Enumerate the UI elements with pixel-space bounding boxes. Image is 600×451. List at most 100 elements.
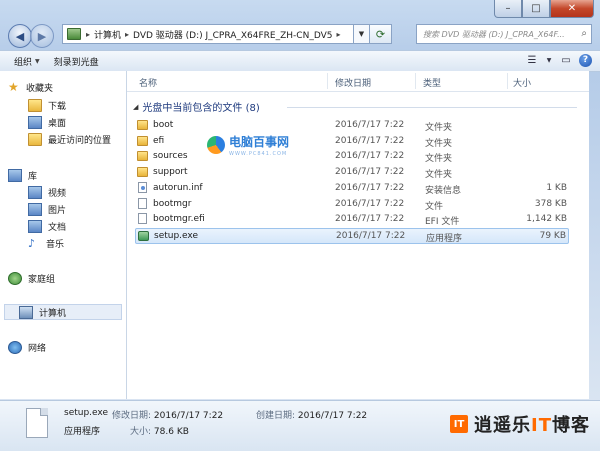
column-name[interactable]: 名称 — [139, 76, 157, 89]
group-header[interactable]: ◢ 光盘中当前包含的文件 (8) — [133, 99, 260, 115]
file-size: 1 KB — [546, 182, 567, 193]
brand-logo-icon: IT — [450, 415, 469, 433]
file-name: setup.exe — [154, 230, 198, 241]
nav-videos[interactable]: 视频 — [28, 186, 66, 199]
file-row[interactable]: bootmgr 2016/7/17 7:22 文件 378 KB — [135, 197, 569, 213]
group-divider — [287, 107, 577, 108]
explorer-window: – □ ✕ ◀ ▶ ▸ 计算机 ▸ DVD 驱动器 (D:) J_CPRA_X6… — [0, 0, 600, 451]
column-size[interactable]: 大小 — [513, 76, 531, 89]
setup-info-icon — [138, 181, 147, 193]
back-button[interactable]: ◀ — [8, 24, 32, 48]
navigation-pane: ★ 收藏夹 下载 桌面 最近访问的位置 库 视频 图片 文档 ♪ 音乐 家庭组 … — [0, 71, 127, 399]
column-headers: 名称 修改日期 类型 大小 — [127, 71, 589, 92]
file-name: sources — [153, 151, 188, 162]
chevron-down-icon[interactable]: ▼ — [545, 53, 553, 67]
refresh-icon: ⟳ — [375, 27, 386, 41]
file-type: 文件夹 — [425, 123, 453, 133]
created-value: 2016/7/17 7:22 — [297, 411, 368, 421]
breadcrumb-computer[interactable]: 计算机 — [94, 28, 121, 41]
file-date: 2016/7/17 7:22 — [335, 167, 405, 178]
search-input[interactable]: 搜索 DVD 驱动器 (D:) J_CPRA_X64F... ⌕ — [416, 24, 592, 44]
close-button[interactable]: ✕ — [550, 0, 594, 18]
refresh-button[interactable]: ⟳ — [370, 24, 392, 44]
file-date: 2016/7/17 7:22 — [335, 151, 405, 162]
breadcrumb-chevron-icon[interactable]: ▸ — [86, 30, 90, 39]
forward-button[interactable]: ▶ — [30, 24, 54, 48]
file-date: 2016/7/17 7:22 — [335, 135, 405, 146]
navigation-row: ◀ ▶ ▸ 计算机 ▸ DVD 驱动器 (D:) J_CPRA_X64FRE_Z… — [6, 22, 594, 48]
file-thumbnail-icon — [26, 408, 48, 438]
file-date: 2016/7/17 7:22 — [335, 198, 405, 209]
file-row[interactable]: setup.exe 2016/7/17 7:22 应用程序 79 KB — [135, 227, 569, 244]
nav-network[interactable]: 网络 — [8, 341, 46, 354]
minimize-button[interactable]: – — [494, 0, 522, 18]
file-name: bootmgr.efi — [153, 214, 205, 225]
file-icon — [138, 213, 147, 225]
organize-label: 组织 — [14, 57, 33, 68]
breadcrumb-chevron-icon[interactable]: ▸ — [125, 30, 129, 39]
file-list: 名称 修改日期 类型 大小 ◢ 光盘中当前包含的文件 (8) boot 2016/… — [127, 71, 589, 399]
nav-desktop[interactable]: 桌面 — [28, 116, 66, 129]
search-icon[interactable]: ⌕ — [581, 28, 587, 39]
nav-label: 收藏夹 — [26, 84, 54, 94]
column-date[interactable]: 修改日期 — [335, 76, 371, 89]
collapse-triangle-icon[interactable]: ◢ — [133, 103, 138, 111]
nav-documents[interactable]: 文档 — [28, 220, 66, 233]
folder-icon — [137, 135, 148, 146]
details-filename: setup.exe — [64, 408, 108, 418]
homegroup-icon — [8, 272, 22, 285]
column-divider[interactable] — [327, 73, 328, 89]
nav-pictures[interactable]: 图片 — [28, 203, 66, 216]
file-date: 2016/7/17 7:22 — [335, 182, 405, 193]
brand-text-b: 博客 — [552, 415, 590, 436]
size-label: 大小: — [130, 427, 152, 437]
file-type: 安装信息 — [425, 185, 462, 196]
nav-favorites[interactable]: ★ 收藏夹 — [8, 81, 53, 94]
watermark-title: 电脑百事网 — [229, 135, 290, 149]
file-row[interactable]: sources 2016/7/17 7:22 文件夹 — [135, 149, 569, 165]
preview-pane-icon[interactable]: ▭ — [559, 53, 573, 67]
help-icon[interactable]: ? — [579, 53, 592, 67]
nav-music[interactable]: ♪ 音乐 — [28, 237, 64, 250]
maximize-button[interactable]: □ — [522, 0, 550, 18]
view-options-icon[interactable]: ☰ — [525, 53, 539, 67]
details-type: 应用程序 — [64, 427, 101, 437]
nav-homegroup[interactable]: 家庭组 — [8, 272, 55, 285]
file-size: 1,142 KB — [526, 214, 567, 225]
watermark-logo-icon — [207, 136, 225, 154]
breadcrumb-dvd-drive[interactable]: DVD 驱动器 (D:) J_CPRA_X64FRE_ZH-CN_DV5 — [133, 28, 332, 41]
caption-buttons: – □ ✕ — [494, 0, 594, 18]
file-row[interactable]: autorun.inf 2016/7/17 7:22 安装信息 1 KB — [135, 181, 569, 197]
file-name: support — [153, 167, 188, 178]
nav-downloads[interactable]: 下载 — [28, 99, 66, 112]
file-row[interactable]: bootmgr.efi 2016/7/17 7:22 EFI 文件 1,142 KB — [135, 212, 569, 228]
column-divider[interactable] — [507, 73, 508, 89]
address-bar[interactable]: ▸ 计算机 ▸ DVD 驱动器 (D:) J_CPRA_X64FRE_ZH-CN… — [62, 24, 354, 44]
nav-libraries[interactable]: 库 — [8, 169, 37, 182]
forward-arrow-icon: ▶ — [37, 29, 47, 43]
breadcrumb-chevron-icon[interactable]: ▸ — [336, 30, 340, 39]
nav-label: 计算机 — [39, 308, 67, 319]
documents-icon — [28, 220, 42, 233]
burn-to-disc-button[interactable]: 刻录到光盘 — [54, 55, 99, 68]
details-modified: 修改日期: 2016/7/17 7:22 — [112, 408, 223, 421]
nav-label: 家庭组 — [28, 275, 56, 285]
address-dropdown-button[interactable]: ▼ — [354, 24, 370, 44]
nav-label: 图片 — [48, 206, 67, 216]
star-icon: ★ — [8, 80, 19, 94]
file-row[interactable]: boot 2016/7/17 7:22 文件夹 — [135, 118, 569, 134]
brand-text-a: 逍遥乐 — [474, 415, 532, 436]
file-row[interactable]: support 2016/7/17 7:22 文件夹 — [135, 165, 569, 181]
file-row[interactable]: efi 2016/7/17 7:22 文件夹 — [135, 134, 569, 150]
modified-value: 2016/7/17 7:22 — [153, 411, 224, 421]
view-controls: ☰ ▼ ▭ ? — [525, 53, 592, 67]
search-placeholder: 搜索 DVD 驱动器 (D:) J_CPRA_X64F... — [423, 29, 565, 39]
column-divider[interactable] — [415, 73, 416, 89]
created-label: 创建日期: — [256, 411, 296, 421]
organize-menu-button[interactable]: 组织 ▼ — [14, 55, 40, 68]
recent-places-icon — [28, 133, 42, 146]
file-size: 79 KB — [539, 230, 566, 241]
nav-recent-places[interactable]: 最近访问的位置 — [28, 133, 111, 146]
nav-computer[interactable]: 计算机 — [4, 304, 122, 320]
column-type[interactable]: 类型 — [423, 76, 441, 89]
